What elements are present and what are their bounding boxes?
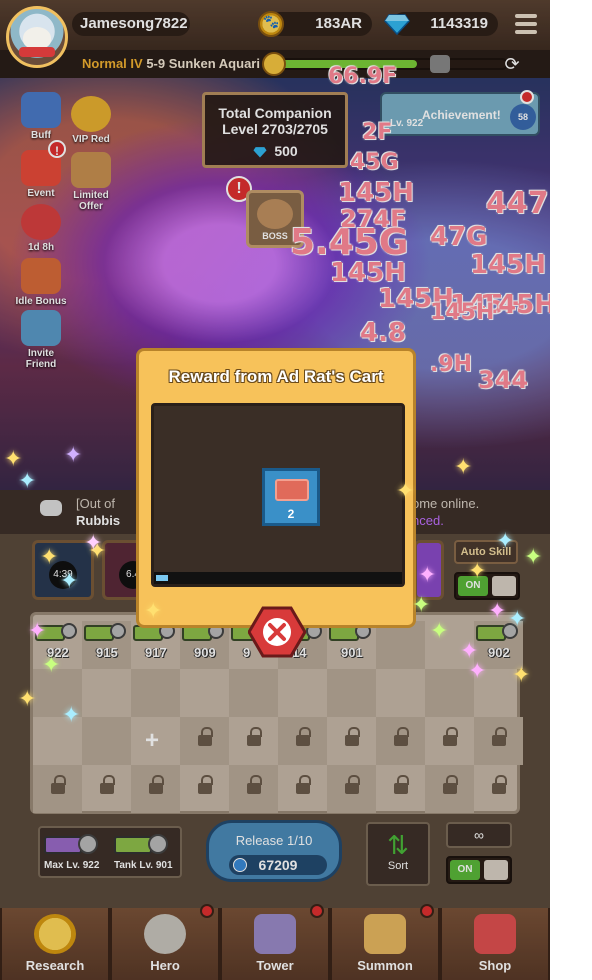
sparkle-icon: ✦	[40, 544, 59, 569]
sparkle-icon: ✦	[396, 478, 415, 503]
sparkle-icon: ✦	[454, 454, 473, 479]
sparkle-icon: ✦	[524, 544, 543, 569]
sparkle-icon: ✦	[60, 568, 79, 593]
reward-item-count: 2	[287, 507, 295, 521]
reward-modal: Reward from Ad Rat's Cart 2	[136, 348, 416, 628]
game-screen: Jamesong7822 183AR 1143319 Normal IV 5-9…	[0, 0, 550, 980]
sparkle-icon: ✦	[508, 606, 527, 631]
ticket-icon	[275, 479, 309, 501]
sparkle-icon: ✦	[468, 558, 487, 583]
modal-title: Reward from Ad Rat's Cart	[168, 367, 384, 386]
sparkle-icon: ✦	[28, 618, 47, 643]
sparkle-icon: ✦	[412, 592, 431, 617]
sparkle-icon: ✦	[4, 446, 23, 471]
close-button[interactable]	[248, 606, 306, 658]
reward-container: 2	[151, 403, 405, 587]
sparkle-icon: ✦	[18, 686, 37, 711]
sparkle-icon: ✦	[512, 662, 531, 687]
reward-item[interactable]: 2	[262, 468, 320, 526]
sparkle-icon: ✦	[418, 562, 437, 587]
sparkle-icon: ✦	[18, 468, 37, 493]
reward-progress-fill	[156, 575, 169, 581]
sparkle-icon: ✦	[488, 598, 507, 623]
reward-progress-track	[154, 572, 402, 584]
sparkle-icon: ✦	[84, 530, 103, 555]
sparkle-icon: ✦	[468, 658, 487, 683]
sparkle-icon: ✦	[496, 528, 515, 553]
sparkle-icon: ✦	[42, 652, 61, 677]
avatar[interactable]	[6, 6, 68, 68]
sparkle-icon: ✦	[144, 598, 163, 623]
sparkle-icon: ✦	[64, 442, 83, 467]
sparkle-icon: ✦	[430, 618, 449, 643]
sparkle-icon: ✦	[62, 702, 81, 727]
